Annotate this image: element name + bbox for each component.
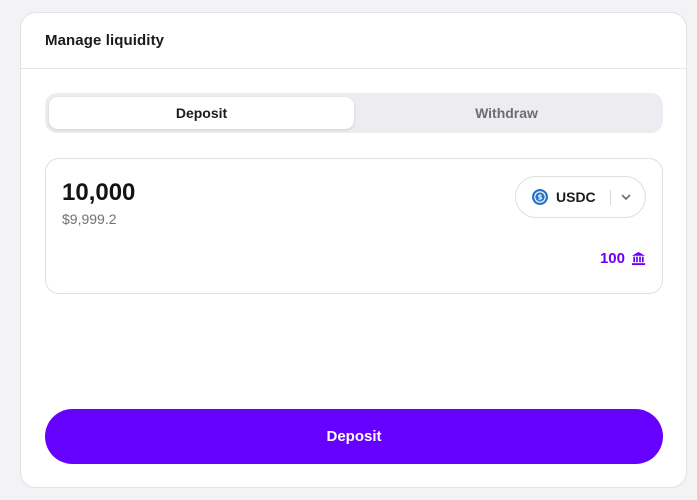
usdc-icon: $	[532, 189, 548, 205]
balance-value: 100	[599, 250, 625, 267]
svg-text:$: $	[538, 194, 543, 202]
bank-icon	[631, 251, 646, 266]
card-header: Manage liquidity	[21, 13, 686, 69]
amount-input[interactable]	[62, 179, 362, 207]
tab-deposit[interactable]: Deposit	[49, 97, 354, 129]
deposit-button[interactable]: Deposit	[45, 409, 663, 464]
card-title: Manage liquidity	[45, 32, 165, 49]
amount-usd-value: $9,999.2	[62, 211, 117, 227]
token-selector[interactable]: $ USDC	[515, 176, 646, 218]
wallet-balance[interactable]: 100	[600, 250, 646, 267]
tab-withdraw[interactable]: Withdraw	[354, 97, 659, 129]
manage-liquidity-card: Manage liquidity Deposit Withdraw $9,999…	[20, 12, 687, 488]
amount-input-panel: $9,999.2 $ USDC 100	[45, 158, 663, 294]
token-symbol: USDC	[556, 189, 596, 205]
chevron-down-icon	[621, 194, 631, 200]
token-selector-divider	[610, 190, 611, 205]
deposit-withdraw-tabs: Deposit Withdraw	[45, 93, 663, 133]
